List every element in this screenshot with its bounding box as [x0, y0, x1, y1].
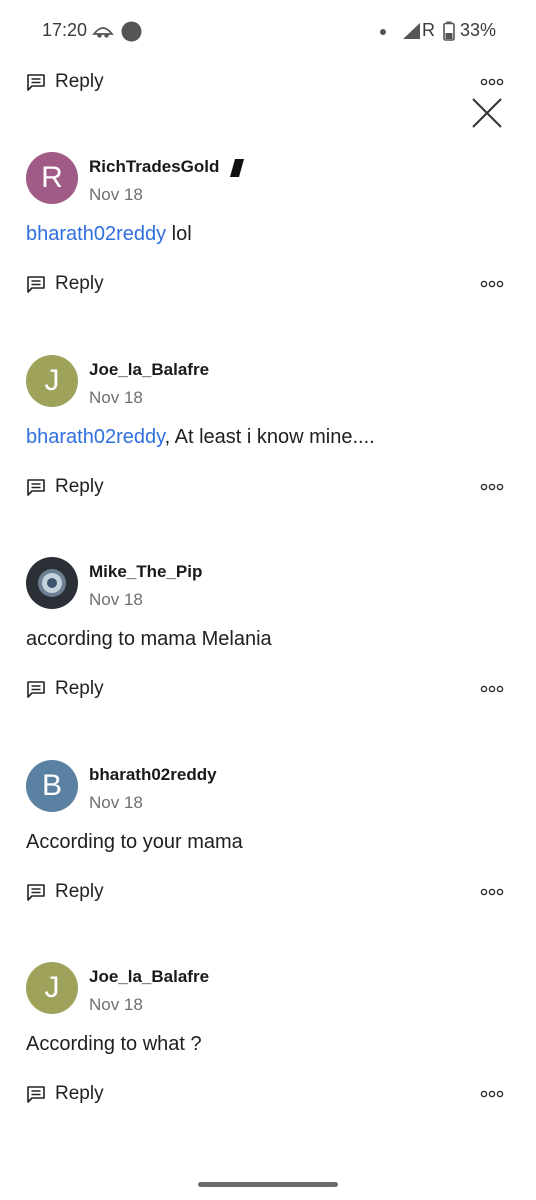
comment-date: Nov 18 [89, 388, 143, 407]
username[interactable]: Joe_la_Balafre [89, 967, 209, 987]
username[interactable]: Mike_The_Pip [89, 562, 202, 582]
signal-icon [403, 23, 420, 39]
comment-text: according to mama Melania [26, 628, 272, 650]
comment-text: bharath02reddy lol [26, 223, 192, 245]
battery-icon [443, 21, 455, 41]
reply-button[interactable]: Reply [26, 676, 104, 702]
home-indicator[interactable] [198, 1182, 338, 1187]
network-type: R [422, 20, 435, 40]
comment-icon [27, 1086, 45, 1103]
comment-item: Mike_The_Pip Nov 18 according to mama Me… [0, 557, 536, 667]
more-dots-icon[interactable] [480, 280, 504, 288]
comment-item: J Joe_la_Balafre Nov 18 bharath02reddy, … [0, 355, 536, 465]
comment-date: Nov 18 [89, 793, 143, 812]
avatar[interactable] [26, 557, 78, 609]
close-icon[interactable] [470, 96, 504, 130]
comment-date: Nov 18 [89, 185, 143, 204]
more-dots-icon[interactable] [480, 1090, 504, 1098]
avatar[interactable]: J [26, 355, 78, 407]
avatar[interactable]: B [26, 760, 78, 812]
circle-notification-icon [121, 21, 142, 42]
status-bar: 17:20 R 33% [0, 0, 536, 62]
comment-item: J Joe_la_Balafre Nov 18 According to wha… [0, 962, 536, 1072]
comment-item: R RichTradesGold Nov 18 bharath02reddy l… [0, 152, 536, 262]
reply-button[interactable]: Reply [26, 879, 104, 905]
reply-label: Reply [55, 678, 104, 699]
status-time: 17:20 [42, 20, 88, 40]
comment-date: Nov 18 [89, 590, 143, 609]
reply-button[interactable]: Reply [26, 474, 104, 500]
comment-icon [27, 681, 45, 698]
more-dots-icon[interactable] [480, 483, 504, 491]
comment-item: B bharath02reddy Nov 18 According to you… [0, 760, 536, 870]
username[interactable]: bharath02reddy [89, 765, 217, 785]
reply-button[interactable]: Reply [26, 271, 104, 297]
more-dots-icon[interactable] [480, 78, 504, 86]
reply-label: Reply [55, 71, 104, 92]
username[interactable]: Joe_la_Balafre [89, 360, 209, 380]
avatar[interactable]: J [26, 962, 78, 1014]
reply-button[interactable]: Reply [26, 1081, 104, 1107]
battery-percent: 33% [460, 20, 497, 40]
more-dots-icon[interactable] [480, 685, 504, 693]
comment-text: According to what ? [26, 1033, 202, 1055]
reply-button[interactable]: Reply [26, 69, 104, 95]
reply-label: Reply [55, 476, 104, 497]
comment-text: bharath02reddy, At least i know mine.... [26, 426, 375, 448]
reply-label: Reply [55, 1083, 104, 1104]
comment-icon [27, 276, 45, 293]
comment-text: According to your mama [26, 831, 243, 853]
username[interactable]: RichTradesGold [89, 157, 219, 177]
profile-picture-icon [38, 569, 66, 597]
avatar[interactable]: R [26, 152, 78, 204]
dot-indicator-icon [380, 29, 386, 35]
comment-icon [27, 884, 45, 901]
comment-icon [27, 479, 45, 496]
more-dots-icon[interactable] [480, 888, 504, 896]
reply-label: Reply [55, 273, 104, 294]
rank-badge-icon [230, 159, 244, 177]
reply-label: Reply [55, 881, 104, 902]
comment-icon [27, 74, 45, 91]
mention-link[interactable]: bharath02reddy [26, 223, 166, 245]
comment-date: Nov 18 [89, 995, 143, 1014]
mention-link[interactable]: bharath02reddy [26, 426, 165, 448]
app-notification-icon [92, 27, 114, 38]
